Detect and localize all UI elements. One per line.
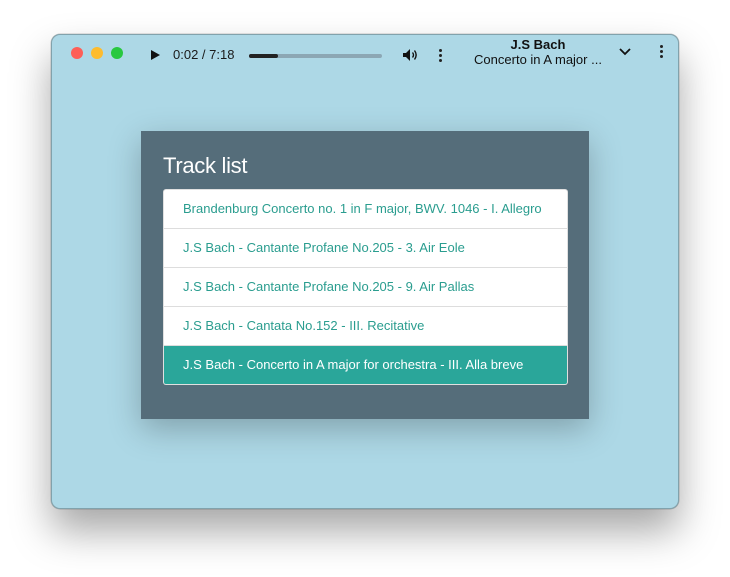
volume-icon[interactable]	[402, 47, 418, 63]
track-list-panel: Track list Brandenburg Concerto no. 1 in…	[141, 131, 589, 419]
window-menu-icon[interactable]	[658, 45, 664, 61]
time-display: 0:02 / 7:18	[173, 47, 235, 62]
progress-fill	[249, 54, 279, 58]
now-playing-title: Concerto in A major ...	[474, 52, 602, 67]
track-item-active[interactable]: J.S Bach - Concerto in A major for orche…	[164, 346, 567, 384]
app-window: 0:02 / 7:18 J.S Bach Concerto in A major…	[51, 34, 679, 509]
chevron-down-icon[interactable]	[618, 47, 632, 57]
now-playing: J.S Bach Concerto in A major ...	[464, 37, 612, 68]
play-icon[interactable]	[149, 49, 161, 61]
track-item[interactable]: J.S Bach - Cantante Profane No.205 - 9. …	[164, 268, 567, 307]
panel-title: Track list	[163, 153, 248, 178]
now-playing-artist: J.S Bach	[510, 37, 566, 52]
track-list: Brandenburg Concerto no. 1 in F major, B…	[163, 189, 568, 385]
track-item[interactable]: J.S Bach - Cantata No.152 - III. Recitat…	[164, 307, 567, 346]
progress-bar[interactable]	[249, 54, 382, 58]
track-item[interactable]: Brandenburg Concerto no. 1 in F major, B…	[164, 190, 567, 229]
track-item[interactable]: J.S Bach - Cantante Profane No.205 - 3. …	[164, 229, 567, 268]
more-vertical-icon[interactable]	[437, 49, 443, 65]
audio-player: 0:02 / 7:18 J.S Bach Concerto in A major…	[52, 35, 678, 75]
